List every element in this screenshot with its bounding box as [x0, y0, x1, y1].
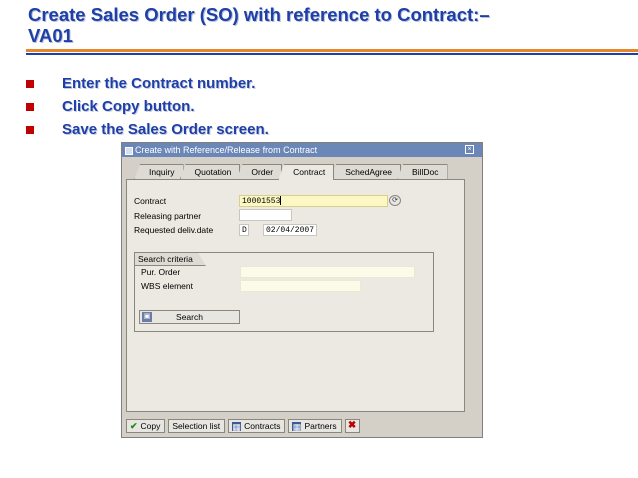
dialog-titlebar: Create with Reference/Release from Contr…: [122, 143, 482, 157]
search-criteria-title: Search criteria: [134, 252, 206, 266]
tab-strip: Inquiry Quotation Order Contract SchedAg…: [134, 164, 448, 180]
list-grid-icon: ▦: [232, 421, 242, 432]
bullet-item: Click Copy button.: [22, 95, 269, 118]
dialog-title: Create with Reference/Release from Contr…: [135, 145, 318, 155]
wbs-element-label: WBS element: [141, 281, 193, 291]
wbs-element-field[interactable]: [240, 280, 361, 292]
list-grid-icon: ▦: [292, 421, 302, 432]
sap-dialog-window: Create with Reference/Release from Contr…: [121, 142, 483, 438]
bullet-square-icon: [26, 79, 34, 88]
copy-button[interactable]: ✔ Copy: [126, 419, 166, 433]
contract-field[interactable]: 10001553: [239, 195, 388, 207]
blue-divider: [26, 53, 638, 55]
search-criteria-group: Search criteria Pur. Order WBS element ▣…: [134, 252, 434, 332]
tab-inquiry[interactable]: Inquiry: [134, 164, 184, 180]
bullet-item: Save the Sales Order screen.: [22, 118, 269, 141]
pur-order-label: Pur. Order: [141, 267, 181, 277]
bullet-item: Enter the Contract number.: [22, 72, 269, 95]
dialog-toolbar: ✔ Copy Selection list ▦ Contracts ▦ Partner…: [126, 418, 363, 434]
tab-schedagree[interactable]: SchedAgree: [330, 164, 402, 180]
pur-order-field[interactable]: [240, 266, 415, 278]
date-type-field[interactable]: D: [239, 224, 249, 236]
bullet-list: Enter the Contract number. Click Copy bu…: [22, 72, 269, 141]
bullet-square-icon: [26, 102, 34, 111]
slide-title-line2: VA01: [28, 25, 73, 46]
requested-deliv-date-label: Requested deliv.date: [134, 225, 214, 235]
window-menu-icon[interactable]: [125, 146, 133, 155]
search-help-icon[interactable]: ⟳: [389, 195, 401, 206]
slide-title: Create Sales Order (SO) with reference t…: [28, 4, 628, 46]
bullet-square-icon: [26, 125, 34, 134]
tab-contract[interactable]: Contract: [278, 164, 335, 180]
cancel-icon[interactable]: ✖: [344, 419, 360, 433]
close-icon[interactable]: ×: [465, 145, 474, 154]
orange-divider: [26, 49, 638, 52]
tab-billdoc[interactable]: BillDoc: [397, 164, 448, 180]
tab-order[interactable]: Order: [236, 164, 283, 180]
tab-content-panel: Contract 10001553 ⟳ Releasing partner Re…: [126, 179, 465, 412]
releasing-partner-field[interactable]: [239, 209, 292, 221]
contract-label: Contract: [134, 196, 167, 206]
tab-quotation[interactable]: Quotation: [179, 164, 241, 180]
releasing-partner-label: Releasing partner: [134, 211, 202, 221]
contracts-button[interactable]: ▦ Contracts: [228, 419, 286, 433]
partners-button[interactable]: ▦ Partners: [288, 419, 342, 433]
checkmark-icon: ✔: [130, 421, 138, 431]
requested-deliv-date-field[interactable]: 02/04/2007: [263, 224, 317, 236]
search-button[interactable]: ▣ Search: [139, 310, 240, 324]
slide-title-line1: Create Sales Order (SO) with reference t…: [28, 4, 490, 25]
selection-list-button[interactable]: Selection list: [168, 419, 226, 433]
